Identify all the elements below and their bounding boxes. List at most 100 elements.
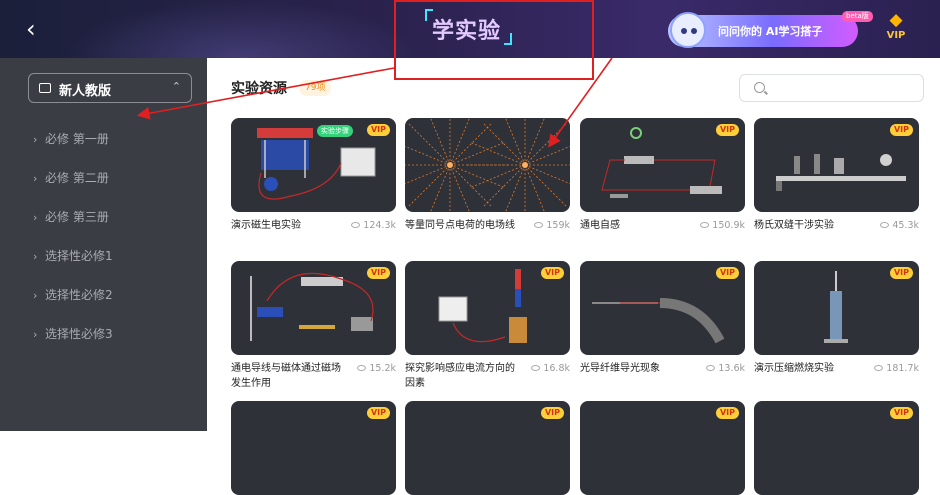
view-count: 13.6k [706, 361, 745, 376]
experiment-card[interactable]: VIP [580, 401, 745, 495]
title-bracket-right [504, 33, 512, 45]
header-glow [60, 0, 420, 58]
card-thumbnail: VIP [405, 401, 570, 495]
field-line [505, 164, 526, 212]
experiment-card[interactable]: 等量同号点电荷的电场线 159k [405, 118, 570, 231]
field-line [449, 164, 493, 208]
eye-icon [874, 365, 884, 371]
card-title: 通电导线与磁体通过磁场发生作用 [231, 363, 341, 389]
sidebar-item-label: 必修 第一册 [45, 132, 109, 146]
field-line [524, 122, 568, 166]
chevron-up-icon: ⌃ [171, 80, 181, 93]
view-count: 15.2k [357, 361, 396, 376]
field-line [405, 164, 451, 185]
eye-icon [351, 222, 361, 228]
vip-label: VIP [886, 30, 906, 41]
card-thumbnail: VIP [580, 261, 745, 355]
view-count: 181.7k [874, 361, 919, 376]
ai-assistant-banner[interactable]: 问问你的 AI学习搭子 [668, 12, 858, 48]
experiment-card[interactable]: VIP [754, 401, 919, 495]
card-thumbnail: VIP [754, 118, 919, 212]
point-charge [447, 162, 453, 168]
robot-icon [670, 12, 706, 48]
card-thumbnail: VIP [580, 118, 745, 212]
vip-badge: VIP [889, 124, 913, 136]
ai-banner-text: 问问你的 AI学习搭子 [718, 25, 823, 38]
sidebar-item-4[interactable]: › 选择性必修1 [33, 247, 203, 269]
field-line [449, 122, 493, 166]
beta-badge: beta版 [842, 11, 873, 22]
search-icon [754, 82, 765, 93]
sidebar-item-1[interactable]: › 必修 第一册 [33, 130, 203, 152]
vip-badge: VIP [540, 267, 564, 279]
vip-badge: VIP [715, 407, 739, 419]
edition-label: 新人教版 [59, 84, 112, 99]
field-line [524, 164, 570, 185]
chevron-right-icon: › [33, 250, 38, 263]
card-thumbnail: VIP [754, 261, 919, 355]
vip-badge: VIP [715, 124, 739, 136]
chevron-right-icon: › [33, 289, 38, 302]
sidebar-item-3[interactable]: › 必修 第三册 [33, 208, 203, 230]
sidebar-item-6[interactable]: › 选择性必修3 [33, 325, 203, 347]
card-thumbnail: VIP [231, 401, 396, 495]
experiment-card[interactable]: VIP 探究影响感应电流方向的因素 16.8k [405, 261, 570, 389]
edition-select[interactable]: 新人教版 ⌃ [28, 73, 192, 103]
card-thumbnail: VIP [405, 261, 570, 355]
top-header: ‹ 学实验 问问你的 AI学习搭子 beta版 ◆ VIP [0, 0, 940, 58]
search-input[interactable] [772, 79, 912, 99]
experiment-card[interactable]: 实验步骤 VIP 演示磁生电实验 124.3k [231, 118, 396, 231]
field-line [449, 118, 470, 166]
field-line [407, 164, 451, 208]
view-count-value: 181.7k [886, 363, 919, 374]
experiment-card[interactable]: VIP 通电自感 150.9k [580, 118, 745, 231]
eye-icon [880, 222, 890, 228]
sidebar-item-label: 选择性必修2 [45, 288, 113, 302]
field-line [524, 164, 545, 212]
chevron-right-icon: › [33, 328, 38, 341]
view-count: 16.8k [531, 361, 570, 376]
field-line [430, 164, 451, 212]
card-thumbnail [405, 118, 570, 212]
field-line [524, 164, 568, 208]
field-line [430, 118, 451, 166]
search-box[interactable] [739, 74, 924, 102]
card-title: 通电自感 [580, 220, 620, 231]
sidebar-item-5[interactable]: › 选择性必修2 [33, 286, 203, 308]
view-count-value: 150.9k [712, 220, 745, 231]
point-charge [522, 162, 528, 168]
vip-badge: VIP [889, 407, 913, 419]
main-content: 实验资源 79项 实验步骤 VIP 演示磁生电实验 124.3k 等量同号点电荷… [207, 58, 940, 495]
view-count: 45.3k [880, 218, 919, 233]
vip-badge: VIP [540, 407, 564, 419]
field-line [524, 145, 570, 166]
card-thumbnail: VIP [580, 401, 745, 495]
field-line [407, 122, 451, 166]
sidebar-item-label: 必修 第二册 [45, 171, 109, 185]
field-line [482, 122, 526, 166]
eye-icon [534, 222, 544, 228]
sidebar-item-label: 选择性必修3 [45, 327, 113, 341]
view-count: 124.3k [351, 218, 396, 233]
vip-button[interactable]: ◆ VIP [884, 10, 908, 48]
view-count-value: 124.3k [363, 220, 396, 231]
experiment-card[interactable]: VIP 通电导线与磁体通过磁场发生作用 15.2k [231, 261, 396, 389]
card-title: 杨氏双缝干涉实验 [754, 220, 834, 231]
count-badge: 79项 [299, 80, 332, 96]
view-count: 159k [534, 218, 570, 233]
chevron-left-icon[interactable]: ‹ [26, 15, 50, 43]
experiment-card[interactable]: VIP 光导纤维导光现象 13.6k [580, 261, 745, 374]
experiment-card[interactable]: VIP [231, 401, 396, 495]
step-badge: 实验步骤 [317, 125, 353, 137]
experiment-card[interactable]: VIP 杨氏双缝干涉实验 45.3k [754, 118, 919, 231]
field-line [449, 164, 470, 212]
sidebar-item-2[interactable]: › 必修 第二册 [33, 169, 203, 191]
sidebar-item-label: 选择性必修1 [45, 249, 113, 263]
experiment-card[interactable]: VIP 演示压缩燃烧实验 181.7k [754, 261, 919, 374]
card-title: 演示磁生电实验 [231, 220, 301, 231]
view-count-value: 159k [546, 220, 570, 231]
section-title: 实验资源 [231, 81, 287, 97]
chevron-right-icon: › [33, 133, 38, 146]
view-count: 150.9k [700, 218, 745, 233]
experiment-card[interactable]: VIP [405, 401, 570, 495]
